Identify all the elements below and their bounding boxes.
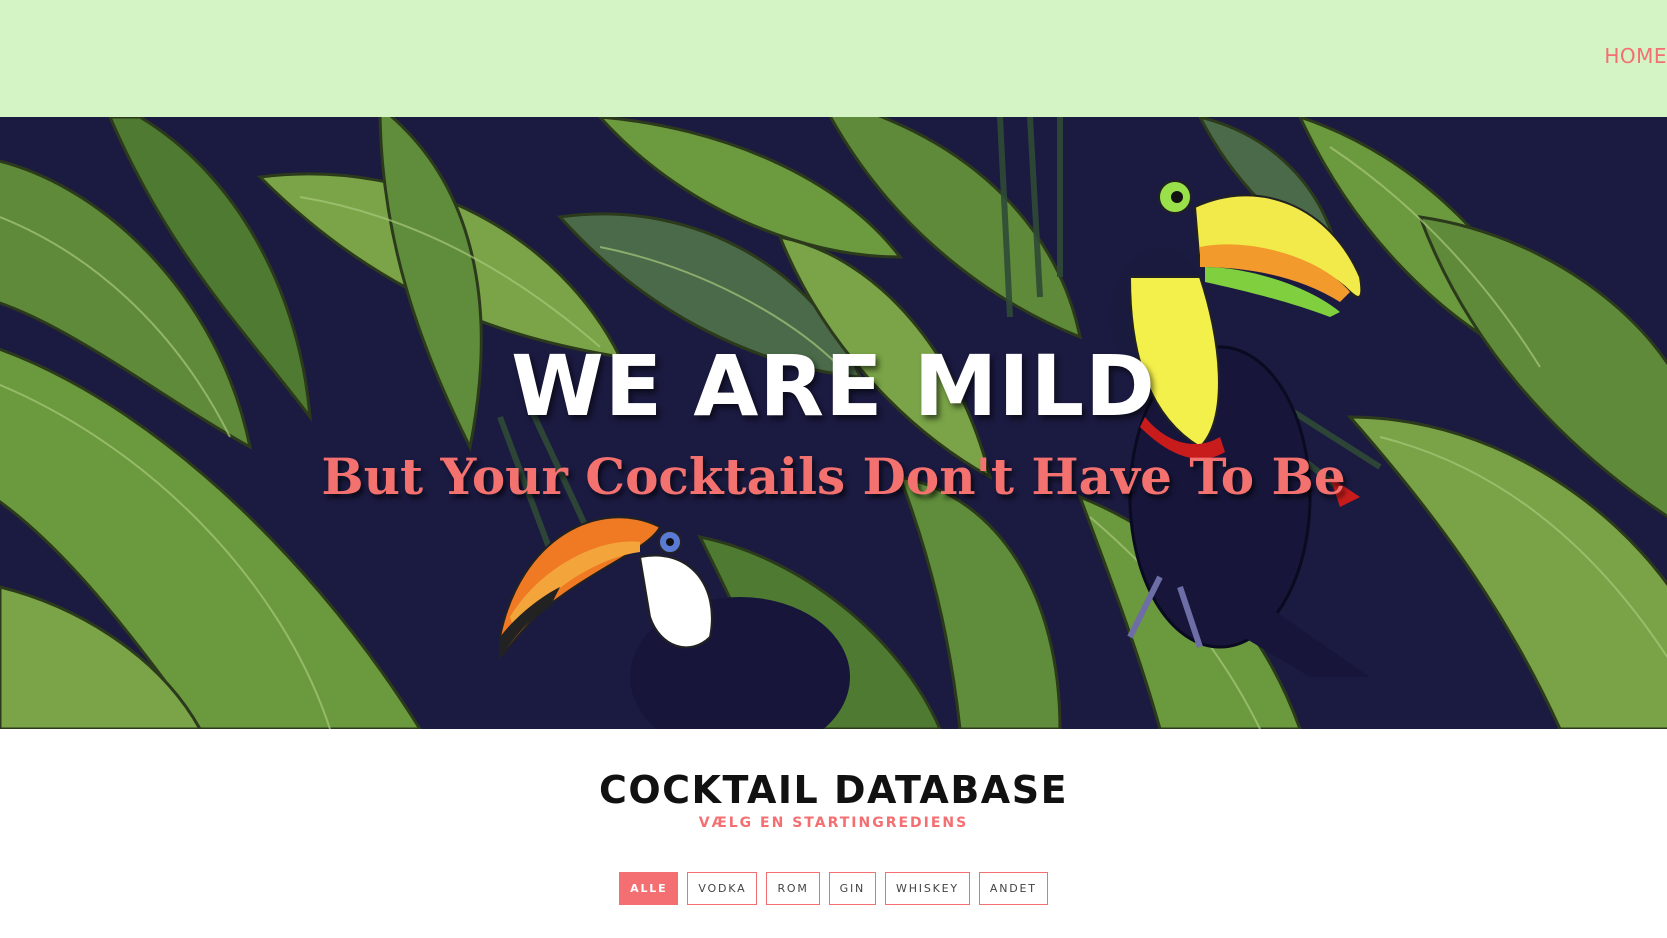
filter-button-alle[interactable]: ALLE — [619, 872, 679, 905]
hero-subtitle: But Your Cocktails Don't Have To Be — [321, 447, 1346, 506]
database-subtitle: VÆLG EN STARTINGREDIENS — [698, 815, 969, 831]
top-navigation-bar: HOME — [0, 0, 1667, 117]
nav-home-link[interactable]: HOME — [1604, 44, 1667, 68]
filter-button-andet[interactable]: ANDET — [978, 872, 1048, 905]
filter-button-gin[interactable]: GIN — [828, 872, 877, 905]
hero-banner: WE ARE MILD But Your Cocktails Don't Hav… — [0, 117, 1667, 729]
filter-button-rom[interactable]: ROM — [766, 872, 820, 905]
ingredient-filter-bar: ALLE VODKA ROM GIN WHISKEY ANDET — [0, 872, 1667, 905]
hero-title: WE ARE MILD — [511, 337, 1156, 435]
database-title: COCKTAIL DATABASE — [598, 768, 1069, 812]
filter-button-vodka[interactable]: VODKA — [687, 872, 758, 905]
filter-button-whiskey[interactable]: WHISKEY — [885, 872, 970, 905]
